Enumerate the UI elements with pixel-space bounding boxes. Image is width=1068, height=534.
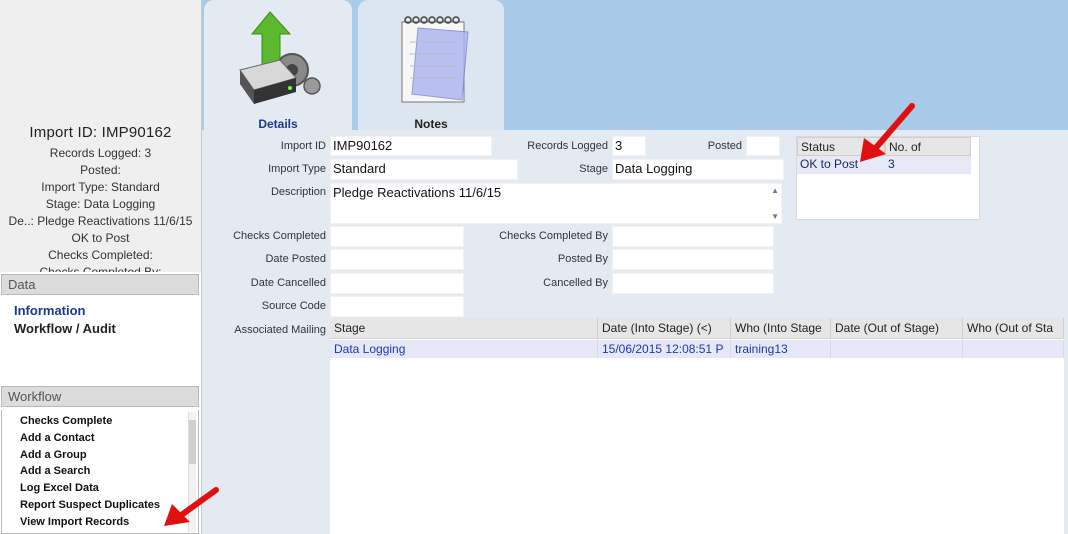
scrollbar-thumb[interactable] — [189, 420, 196, 464]
annotation-arrow-icon — [164, 487, 219, 526]
tab-details-label: Details — [258, 117, 298, 131]
records-logged-label: Records Logged — [527, 140, 608, 152]
date-posted-label: Date Posted — [265, 253, 326, 265]
details-form: Import ID IMP90162 Records Logged 3 Post… — [202, 130, 1068, 534]
grid-header-who-into-stage[interactable]: Who (Into Stage — [731, 318, 831, 339]
scroll-down-icon[interactable]: ▼ — [771, 212, 779, 221]
source-code-label: Source Code — [261, 300, 326, 312]
grid-header-who-out-of-stage[interactable]: Who (Out of Sta — [963, 318, 1064, 339]
summary-title: Import ID: IMP90162 — [29, 124, 172, 141]
left-panel: Import ID: IMP90162 Records Logged: 3 Po… — [0, 0, 202, 534]
cancelled-by-field[interactable] — [612, 273, 774, 294]
import-id-field[interactable]: IMP90162 — [330, 136, 492, 156]
grid-header-stage[interactable]: Stage — [330, 318, 598, 339]
posted-by-label: Posted By — [557, 253, 608, 265]
import-type-field[interactable]: Standard — [330, 159, 518, 180]
posted-label: Posted — [707, 140, 742, 152]
summary-checks-completed-by: Checks Completed By: — [39, 265, 162, 272]
data-section-heading: Data — [1, 274, 199, 295]
scroll-up-icon[interactable]: ▲ — [771, 186, 779, 195]
associated-mailing-label: Associated Mailing — [234, 324, 326, 336]
description-label: Description — [270, 186, 326, 198]
summary-status: OK to Post — [71, 231, 130, 245]
records-logged-field[interactable]: 3 — [612, 136, 646, 156]
import-id-label: Import ID — [280, 140, 326, 152]
annotation-arrow-icon — [860, 103, 915, 162]
summary-description: De..: Pledge Reactivations 11/6/15 — [8, 214, 193, 228]
summary-posted: Posted: — [80, 163, 121, 177]
tab-bar: Details Notes — [202, 0, 1068, 150]
import-summary: Import ID: IMP90162 Records Logged: 3 Po… — [0, 124, 201, 272]
checks-completed-by-field[interactable] — [612, 226, 774, 247]
summary-checks-completed: Checks Completed: — [48, 248, 153, 262]
stage-field[interactable]: Data Logging — [612, 159, 784, 180]
workflow-add-search[interactable]: Add a Search — [20, 465, 90, 477]
import-summary-area: Import ID: IMP90162 Records Logged: 3 Po… — [0, 0, 201, 272]
data-links: Information Workflow / Audit — [14, 302, 116, 338]
grid-cell-stage[interactable]: Data Logging — [330, 340, 598, 358]
date-posted-field[interactable] — [330, 249, 464, 270]
workflow-add-contact[interactable]: Add a Contact — [20, 432, 95, 444]
notepad-icon — [401, 16, 469, 103]
grid-cell-date-out-of-stage[interactable] — [831, 340, 963, 358]
grid-header-date-out-of-stage[interactable]: Date (Out of Stage) — [831, 318, 963, 339]
stage-history-grid: Stage Date (Into Stage) (<) Who (Into St… — [330, 318, 1064, 534]
workflow-audit-link[interactable]: Workflow / Audit — [14, 320, 116, 338]
checks-completed-by-label: Checks Completed By — [499, 230, 608, 242]
summary-records-logged: Records Logged: 3 — [49, 146, 152, 160]
tab-details[interactable]: Details — [204, 0, 352, 150]
description-field[interactable]: Pledge Reactivations 11/6/15 ▲ ▼ — [330, 183, 782, 224]
information-link[interactable]: Information — [14, 302, 116, 320]
grid-cell-who-out-of-stage[interactable] — [963, 340, 1064, 358]
summary-import-type: Import Type: Standard — [41, 180, 160, 194]
summary-stage: Stage: Data Logging — [45, 197, 156, 211]
checks-completed-label: Checks Completed — [233, 230, 326, 242]
tab-notes[interactable]: Notes — [358, 0, 504, 150]
description-text: Pledge Reactivations 11/6/15 — [333, 185, 502, 200]
grid-cell-who-into-stage[interactable]: training13 — [731, 340, 831, 358]
tab-notes-label: Notes — [414, 117, 448, 131]
import-type-label: Import Type — [268, 163, 326, 175]
cancelled-by-label: Cancelled By — [543, 277, 608, 289]
workflow-view-import-records[interactable]: View Import Records — [20, 516, 129, 528]
server-upload-icon — [239, 11, 321, 104]
stage-label: Stage — [579, 163, 608, 175]
source-code-field[interactable] — [330, 296, 464, 317]
date-cancelled-field[interactable] — [330, 273, 464, 294]
date-cancelled-label: Date Cancelled — [250, 277, 326, 289]
workflow-checks-complete[interactable]: Checks Complete — [20, 415, 112, 427]
workflow-log-excel-data[interactable]: Log Excel Data — [20, 482, 99, 494]
posted-by-field[interactable] — [612, 249, 774, 270]
grid-cell-date-into-stage[interactable]: 15/06/2015 12:08:51 P — [598, 340, 731, 358]
main-panel: Details Notes Import ID IMP90162 Records… — [202, 0, 1068, 534]
posted-field[interactable] — [746, 136, 780, 156]
grid-header-date-into-stage[interactable]: Date (Into Stage) (<) — [598, 318, 731, 339]
workflow-section-heading: Workflow — [1, 386, 199, 407]
workflow-report-suspect-duplicates[interactable]: Report Suspect Duplicates — [20, 499, 160, 511]
checks-completed-field[interactable] — [330, 226, 464, 247]
workflow-add-group[interactable]: Add a Group — [20, 449, 87, 461]
